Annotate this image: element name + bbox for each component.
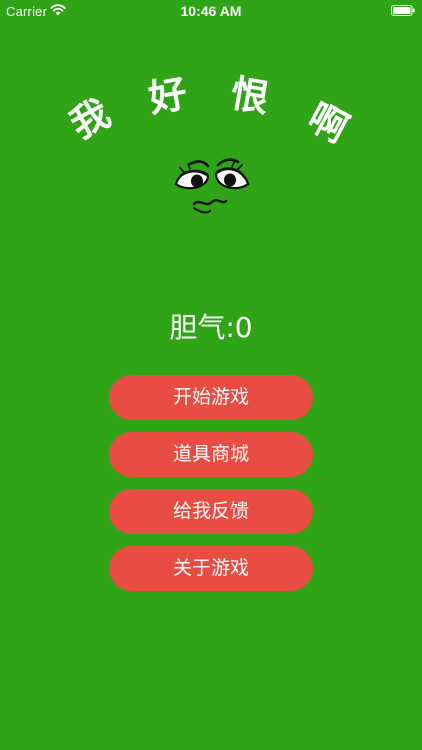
main-screen: Carrier 10:46 AM 我 好 恨 啊 胆气:0 开始游戏 道具商城 … (0, 0, 422, 750)
title-char-2: 好 (145, 71, 191, 121)
item-store-button[interactable]: 道具商城 (109, 432, 313, 477)
battery-icon (391, 5, 415, 16)
courage-counter: 胆气:0 (169, 311, 253, 344)
start-game-button[interactable]: 开始游戏 (109, 375, 313, 420)
status-bar: Carrier 10:46 AM (0, 0, 422, 24)
status-time: 10:46 AM (180, 3, 242, 19)
worried-face-icon (174, 158, 250, 214)
feedback-button[interactable]: 给我反馈 (109, 489, 313, 534)
about-game-button[interactable]: 关于游戏 (109, 546, 313, 591)
title-char-3: 恨 (227, 71, 273, 121)
title-char-4: 啊 (300, 94, 356, 152)
title-char-1: 我 (62, 90, 118, 148)
